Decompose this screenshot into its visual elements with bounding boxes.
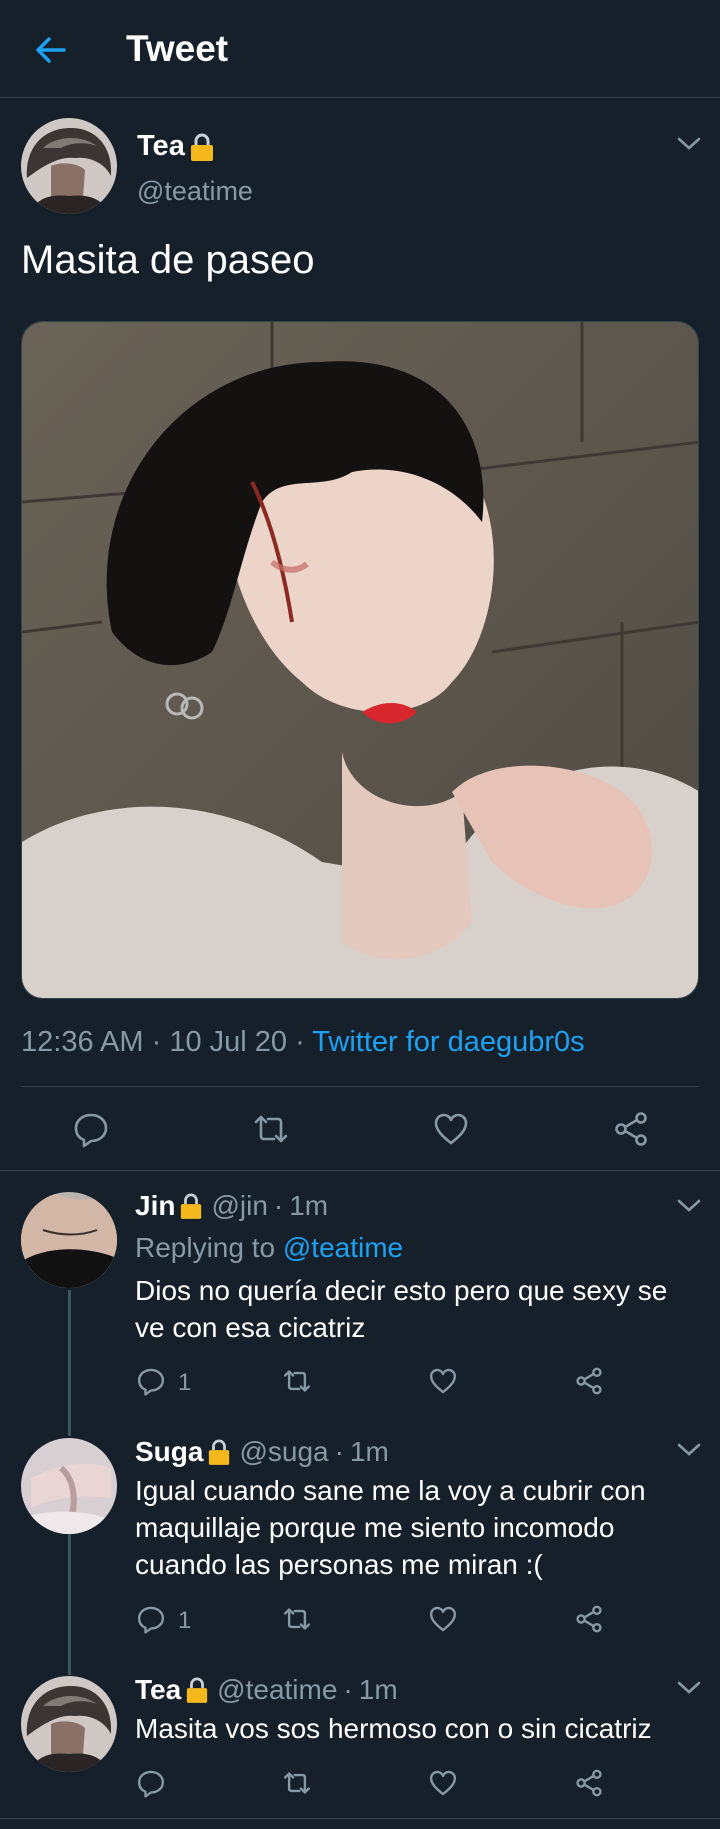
meta-separator: ·	[273, 1190, 284, 1221]
share-icon[interactable]	[574, 1768, 604, 1798]
like-icon[interactable]	[428, 1604, 458, 1634]
reply-icon[interactable]	[136, 1366, 166, 1396]
lock-icon	[187, 1677, 208, 1703]
reply-header: Suga @suga · 1m	[135, 1436, 389, 1468]
replying-to: Replying to @teatime	[135, 1232, 404, 1263]
tweet-time: 1m	[289, 1190, 329, 1221]
author-name[interactable]: Tea	[137, 130, 215, 163]
arrow-left-icon[interactable]	[30, 30, 70, 70]
meta-separator: ·	[143, 1026, 170, 1058]
retweet-icon[interactable]	[282, 1768, 312, 1798]
tweet-text: Masita de paseo	[21, 238, 315, 282]
lock-icon	[181, 1193, 202, 1219]
divider	[0, 1818, 720, 1819]
reply-count: 1	[178, 1369, 192, 1396]
tweet-time: 12:36 AM	[21, 1026, 144, 1058]
thread-line	[68, 1290, 71, 1436]
divider	[21, 1086, 699, 1087]
avatar[interactable]	[21, 1676, 117, 1772]
author-handle[interactable]: @teatime	[217, 1674, 337, 1706]
reply-count: 1	[178, 1607, 192, 1634]
retweet-icon[interactable]	[282, 1604, 312, 1634]
lock-icon	[209, 1439, 230, 1465]
reply-text: Masita vos sos hermoso con o sin cicatri…	[135, 1713, 652, 1744]
author-name[interactable]: Tea	[135, 1674, 181, 1706]
avatar[interactable]	[21, 1192, 117, 1288]
reply-text: Igual cuando sane me la voy a cubrir con…	[135, 1475, 646, 1580]
avatar[interactable]	[21, 118, 117, 214]
chevron-down-icon[interactable]	[676, 1442, 702, 1458]
author-handle[interactable]: @jin	[211, 1190, 267, 1222]
reply-icon[interactable]	[136, 1768, 166, 1798]
author-handle[interactable]: @suga	[239, 1436, 328, 1468]
avatar[interactable]	[21, 1438, 117, 1534]
reply-header: Jin @jin · 1m	[135, 1190, 328, 1222]
reply-text: Dios no quería decir esto pero que sexy …	[135, 1275, 668, 1343]
like-icon[interactable]	[428, 1768, 458, 1798]
retweet-icon[interactable]	[282, 1366, 312, 1396]
author-name[interactable]: Jin	[135, 1190, 175, 1222]
tweet-metadata: 12:36 AM · 10 Jul 20 · Twitter for daegu…	[21, 1026, 585, 1059]
share-icon[interactable]	[612, 1110, 650, 1148]
like-icon[interactable]	[428, 1366, 458, 1396]
tweet-time: 1m	[358, 1674, 398, 1705]
reply-icon[interactable]	[136, 1604, 166, 1634]
thread-line	[68, 1530, 71, 1675]
meta-separator: ·	[343, 1674, 353, 1705]
chevron-down-icon[interactable]	[676, 1680, 702, 1696]
tweet-date: 10 Jul 20	[169, 1026, 288, 1058]
share-icon[interactable]	[574, 1366, 604, 1396]
share-icon[interactable]	[574, 1604, 604, 1634]
author-name[interactable]: Suga	[135, 1436, 203, 1468]
meta-separator: ·	[287, 1026, 313, 1058]
meta-separator: ·	[334, 1436, 344, 1467]
lock-icon	[190, 133, 213, 161]
page-title: Tweet	[126, 28, 229, 69]
mention-link[interactable]: @teatime	[283, 1232, 403, 1263]
like-icon[interactable]	[432, 1110, 470, 1148]
chevron-down-icon[interactable]	[676, 136, 702, 152]
app-header: Tweet	[0, 0, 720, 98]
tweet-source-link[interactable]: Twitter for daegubr0s	[312, 1026, 584, 1058]
tweet-time: 1m	[349, 1436, 389, 1467]
author-handle[interactable]: @teatime	[137, 176, 253, 207]
chevron-down-icon[interactable]	[676, 1198, 702, 1214]
divider	[0, 1170, 720, 1171]
reply-header: Tea @teatime · 1m	[135, 1674, 398, 1706]
retweet-icon[interactable]	[252, 1110, 290, 1148]
reply-icon[interactable]	[72, 1110, 110, 1148]
tweet-photo[interactable]	[21, 321, 699, 999]
